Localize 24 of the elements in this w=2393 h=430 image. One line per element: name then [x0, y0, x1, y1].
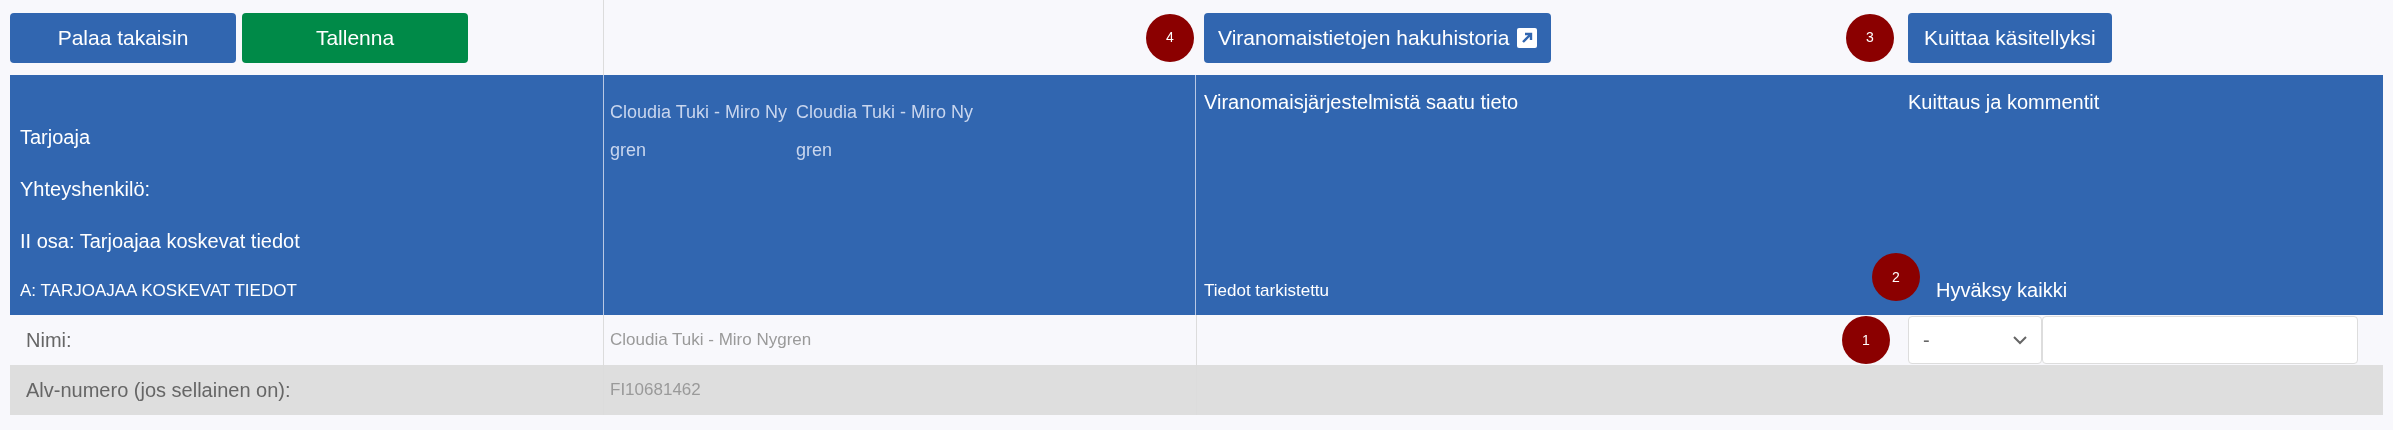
- status-select[interactable]: -: [1908, 316, 2042, 364]
- header-text: II osa: Tarjoajaa koskevat tiedot: [20, 228, 301, 254]
- step-badge: 2: [1872, 253, 1920, 301]
- column-title: Kuittaus ja kommentit: [1908, 90, 2101, 115]
- step-badge: 4: [1146, 13, 1194, 62]
- history-button[interactable]: Viranomaistietojen hakuhistoria: [1204, 12, 1552, 63]
- comment-field[interactable]: [2042, 316, 2358, 364]
- header-text: Yhteyshenkilö:: [20, 176, 152, 202]
- toolbar-button[interactable]: Palaa takaisin: [10, 12, 236, 63]
- acknowledge-button[interactable]: Kuittaa käsitellyksi: [1908, 12, 2112, 63]
- field-value: FI10681462: [609, 379, 702, 402]
- chevron-down-icon: [2013, 335, 2027, 345]
- step-badge: 1: [1842, 316, 1890, 364]
- field-value: Cloudia Tuki - Miro Nygren: [609, 329, 813, 352]
- step-badge: 3: [1846, 13, 1894, 62]
- contact-name: Cloudia Tuki - Miro Nygren: [796, 101, 975, 162]
- column-title: Viranomaisjärjestelmistä saatu tieto: [1204, 90, 1520, 115]
- approve-all-link[interactable]: Hyväksy kaikki: [1936, 279, 2068, 301]
- field-label: Alv-numero (jos sellainen on):: [10, 365, 604, 415]
- external-link-icon: [1517, 27, 1538, 48]
- toolbar-button[interactable]: Tallenna: [242, 12, 468, 63]
- header-text: Tarjoaja: [20, 124, 92, 150]
- contact-name: Cloudia Tuki - Miro Nygren: [610, 101, 789, 162]
- section-title: A: TARJOAJAA KOSKEVAT TIEDOT: [20, 279, 298, 302]
